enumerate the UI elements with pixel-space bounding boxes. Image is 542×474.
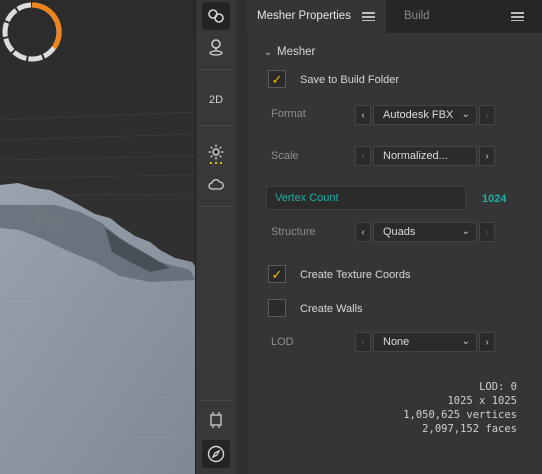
progress-ring [2, 2, 62, 62]
vertex-count-label: Vertex Count [275, 192, 339, 204]
check-icon: ✓ [271, 71, 283, 87]
scale-next-button[interactable]: › [479, 146, 495, 166]
chevron-left-icon: ‹ [361, 226, 365, 238]
format-label: Format [271, 108, 306, 120]
frame-icon [210, 412, 222, 428]
chevron-down-icon: ⌄ [461, 109, 470, 120]
mesher-section: ⌄ Mesher ✓ Save to Build Folder Format ‹… [246, 33, 542, 474]
sun-icon [208, 144, 224, 160]
menu-icon[interactable] [362, 12, 375, 21]
stats-lod: LOD: 0 [479, 381, 517, 393]
compass-icon [207, 445, 225, 463]
stats-faces: 2,097,152 faces [422, 423, 517, 435]
location-pin-icon [209, 39, 223, 56]
stats-vertices: 1,050,625 vertices [403, 409, 517, 421]
format-prev-button[interactable]: ‹ [355, 105, 371, 125]
terrain-render [0, 0, 195, 474]
toolbar-divider [200, 206, 232, 207]
toolbar-divider [200, 69, 232, 70]
link-nodes-button[interactable] [202, 2, 230, 30]
chevron-right-icon: › [485, 150, 489, 162]
menu-icon[interactable] [511, 12, 524, 21]
scale-prev-button[interactable]: ‹ [355, 146, 371, 166]
toolbar-divider [200, 125, 232, 126]
collapse-arrow-icon[interactable]: ⌄ [264, 47, 272, 58]
structure-dropdown[interactable]: Quads ⌄ [373, 222, 477, 242]
stats-resolution: 1025 x 1025 [447, 395, 517, 407]
structure-next-button[interactable]: › [479, 222, 495, 242]
chevron-right-icon: › [485, 336, 489, 348]
create-texture-coords-checkbox[interactable]: ✓ [268, 265, 286, 283]
lod-dropdown[interactable]: None ⌄ [373, 332, 477, 352]
vertical-toolbar: 2D [195, 0, 237, 474]
view-2d-button[interactable]: 2D [202, 86, 230, 114]
scale-label: Scale [271, 150, 299, 162]
lod-next-button[interactable]: › [479, 332, 495, 352]
tab-label: Build [404, 10, 430, 22]
chevron-left-icon: ‹ [361, 150, 365, 162]
create-walls-checkbox[interactable] [268, 299, 286, 317]
structure-label: Structure [271, 226, 316, 238]
chevron-down-icon: ⌄ [461, 336, 470, 347]
properties-panel: Mesher Properties Build ⌄ Mesher ✓ Save … [236, 0, 542, 474]
structure-prev-button[interactable]: ‹ [355, 222, 371, 242]
format-next-button[interactable]: › [479, 105, 495, 125]
format-value: Autodesk FBX [383, 109, 454, 121]
compass-button[interactable] [202, 440, 230, 468]
lod-prev-button[interactable]: ‹ [355, 332, 371, 352]
chevron-left-icon: ‹ [361, 109, 365, 121]
structure-value: Quads [383, 226, 416, 238]
save-to-build-folder-label: Save to Build Folder [300, 74, 400, 86]
vertex-count-slider[interactable]: Vertex Count [266, 186, 466, 210]
active-indicator [210, 162, 222, 164]
create-texture-coords-label: Create Texture Coords [300, 269, 411, 281]
lod-label: LOD [271, 336, 294, 348]
tab-build[interactable]: Build [404, 0, 430, 33]
tab-label: Mesher Properties [257, 10, 351, 22]
link-nodes-icon [208, 9, 224, 23]
scale-value: Normalized... [383, 150, 448, 162]
chevron-left-icon: ‹ [361, 336, 365, 348]
vertex-count-value[interactable]: 1024 [482, 193, 506, 205]
weather-button[interactable] [202, 170, 230, 198]
location-button[interactable] [202, 33, 230, 61]
chevron-down-icon: ⌄ [461, 226, 470, 237]
section-title: Mesher [277, 46, 316, 58]
toolbar-divider [200, 400, 232, 401]
chevron-right-icon: › [485, 109, 489, 121]
panel-tabs: Mesher Properties Build [246, 0, 542, 33]
mesh-stats: LOD: 0 1025 x 1025 1,050,625 vertices 2,… [403, 380, 517, 436]
format-dropdown[interactable]: Autodesk FBX ⌄ [373, 105, 477, 125]
check-icon: ✓ [271, 266, 283, 282]
create-walls-label: Create Walls [300, 303, 363, 315]
save-to-build-folder-checkbox[interactable]: ✓ [268, 70, 286, 88]
cloud-icon [208, 179, 224, 190]
lod-value: None [383, 336, 410, 348]
terrain-viewport[interactable] [0, 0, 195, 474]
scale-dropdown[interactable]: Normalized... [373, 146, 477, 166]
view-2d-label: 2D [208, 94, 224, 106]
chevron-right-icon: › [485, 226, 489, 238]
frame-button[interactable] [202, 406, 230, 434]
